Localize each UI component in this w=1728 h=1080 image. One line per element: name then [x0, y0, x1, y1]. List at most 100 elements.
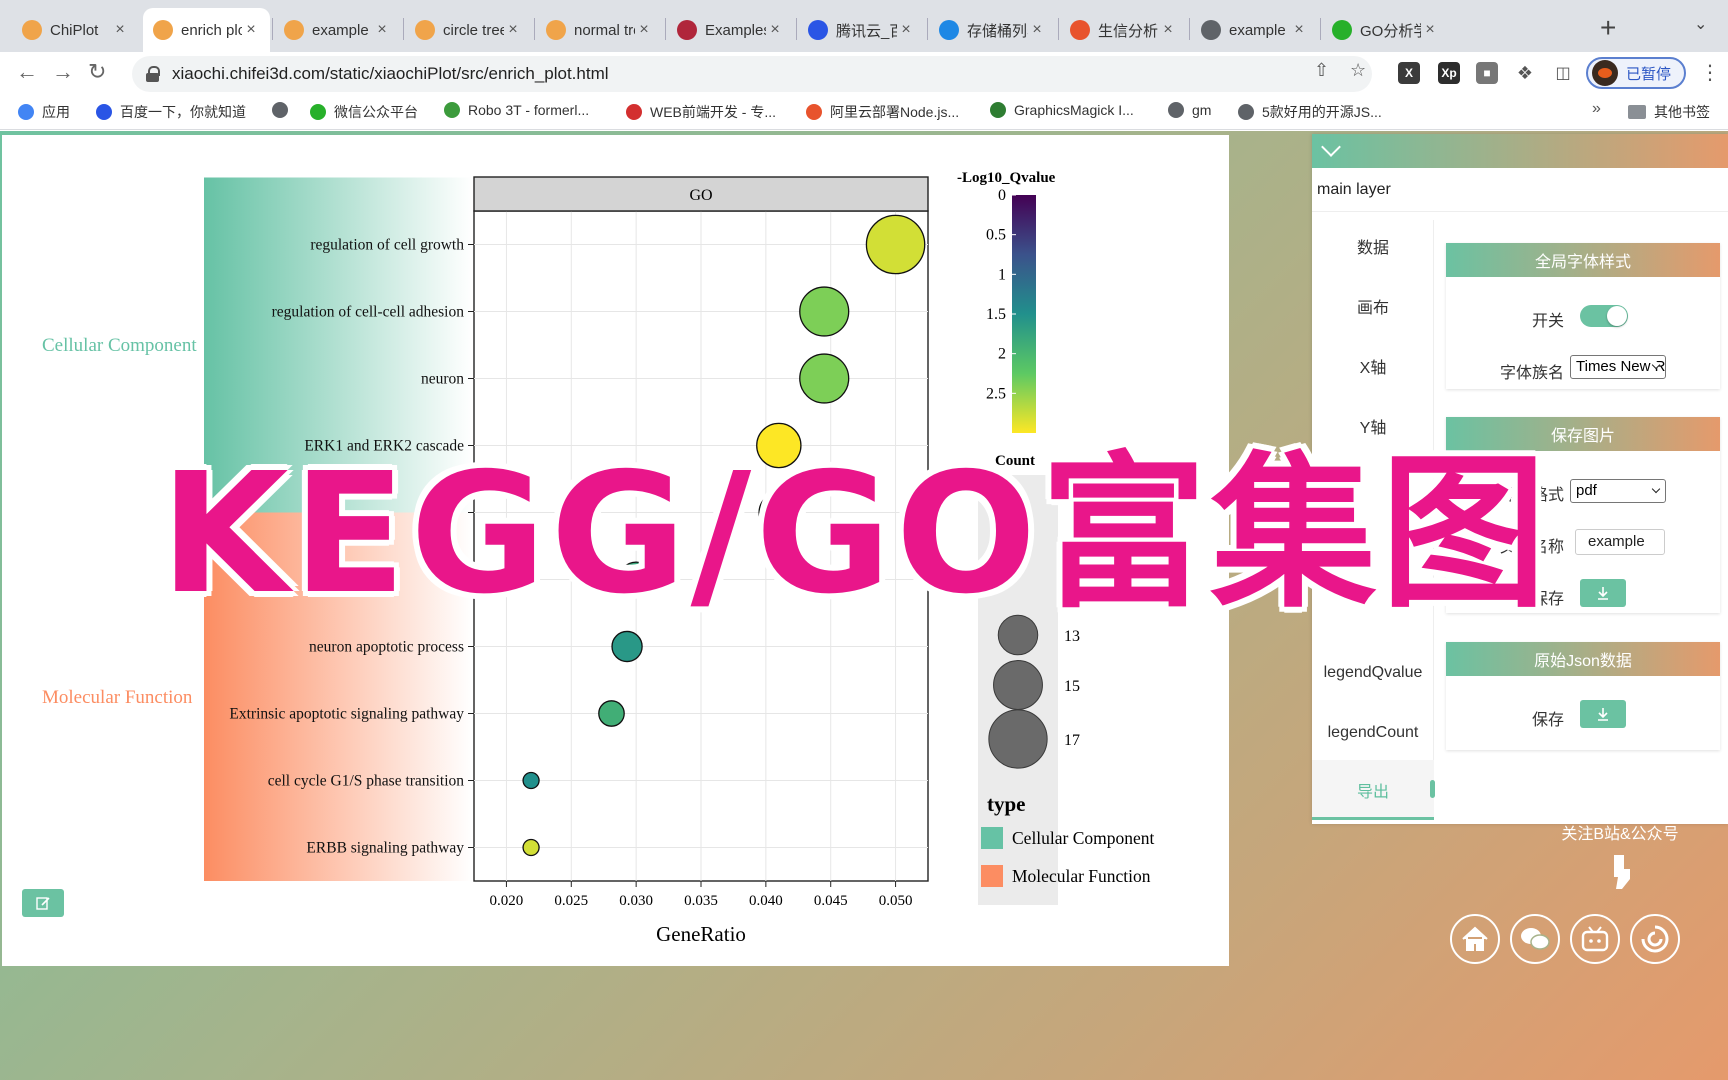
raw-json-card-title: 原始Json数据 [1446, 642, 1720, 676]
data-point [598, 700, 625, 727]
bookmark-favicon-icon [1238, 104, 1254, 120]
bookmark-item[interactable]: 百度一下，你就知道 [96, 102, 246, 122]
bookmark-label: 微信公众平台 [334, 104, 418, 120]
side-menu-item[interactable]: Y轴 [1312, 414, 1434, 438]
data-point [799, 286, 850, 337]
tab-close-icon[interactable]: × [504, 21, 522, 39]
forward-button[interactable]: → [52, 59, 74, 85]
chevron-down-icon[interactable] [1321, 137, 1341, 157]
layer-selector[interactable]: main layer [1312, 168, 1728, 212]
extensions-puzzle-icon[interactable]: ❖ [1514, 62, 1536, 84]
extension-x-icon[interactable]: X [1398, 62, 1420, 84]
bookmark-item[interactable]: GraphicsMagick I... [990, 102, 1134, 118]
profile-paused-button[interactable]: 已暂停 [1586, 57, 1686, 89]
wechat-social-button[interactable] [1510, 914, 1560, 964]
back-button[interactable]: ← [16, 59, 38, 85]
extension-xp-icon[interactable]: Xp [1438, 62, 1460, 84]
home-social-button[interactable] [1450, 914, 1500, 964]
font-style-card: 全局字体样式 开关 字体族名 Times New Roman [1446, 243, 1720, 389]
tab-close-icon[interactable]: × [1159, 21, 1177, 39]
x-tick-label: 0.025 [554, 893, 588, 909]
side-menu-export[interactable]: 导出 [1312, 760, 1435, 820]
bookmark-favicon-icon [990, 102, 1006, 118]
extension-cube-icon[interactable]: ■ [1476, 62, 1498, 84]
browser-tab[interactable]: example circle× [274, 8, 401, 52]
side-menu-item[interactable]: X轴 [1312, 354, 1434, 378]
group-label: Cellular Component [42, 335, 197, 356]
tab-close-icon[interactable]: × [1290, 21, 1308, 39]
y-tick-label: regulation of cell-cell adhesion [272, 304, 465, 321]
browser-tab[interactable]: GO分析学 × [1322, 8, 1449, 52]
browser-tab[interactable]: 存储桶列表× [929, 8, 1056, 52]
tab-favicon-icon [939, 20, 959, 40]
other-bookmarks[interactable]: 其他书签 [1628, 102, 1710, 122]
side-menu-item[interactable]: 数据 [1312, 234, 1434, 258]
y-tick-label: neuron [421, 371, 464, 388]
font-switch-toggle[interactable] [1580, 305, 1628, 327]
tab-close-icon[interactable]: × [766, 21, 784, 39]
tab-close-icon[interactable]: × [1028, 21, 1046, 39]
y-tick-label: Extrinsic apoptotic signaling pathway [229, 706, 464, 723]
tab-close-icon[interactable]: × [111, 21, 129, 39]
tab-close-icon[interactable]: × [1421, 21, 1439, 39]
save-format-select[interactable]: pdf [1570, 479, 1666, 503]
side-menu-item[interactable]: 画布 [1312, 294, 1434, 318]
tab-close-icon[interactable]: × [897, 21, 915, 39]
raw-json-save-button[interactable] [1580, 700, 1626, 728]
active-tab-marker [1430, 780, 1435, 798]
bookmark-item[interactable]: Robo 3T - formerl... [444, 102, 589, 118]
bookmark-item[interactable]: 5款好用的开源JS... [1238, 102, 1382, 122]
browser-menu-icon[interactable]: ⋮ [1700, 60, 1720, 85]
bookmark-item[interactable]: 阿里云部署Node.js... [806, 102, 959, 122]
tab-close-icon[interactable]: × [373, 21, 391, 39]
side-menu-item[interactable]: legendQvalue [1312, 664, 1434, 682]
new-tab-button[interactable]: + [1600, 14, 1616, 42]
x-tick-label: 0.050 [879, 893, 913, 909]
font-family-select[interactable]: Times New Roman [1570, 355, 1666, 379]
swirl-social-button[interactable] [1630, 914, 1680, 964]
side-menu-item[interactable]: legendCount [1312, 724, 1434, 742]
bookmark-item[interactable] [272, 102, 296, 118]
bookmark-item[interactable]: WEB前端开发 - 专... [626, 102, 776, 122]
share-icon[interactable]: ⇧ [1314, 60, 1329, 81]
tab-favicon-icon [808, 20, 828, 40]
bookmark-item[interactable]: 应用 [18, 102, 70, 122]
side-panel-icon[interactable]: ◫ [1552, 62, 1574, 84]
tab-close-icon[interactable]: × [242, 21, 260, 39]
tab-favicon-icon [284, 20, 304, 40]
browser-tab[interactable]: 腾讯云_百 × [798, 8, 925, 52]
browser-tab[interactable]: enrich plot× [143, 8, 270, 52]
browser-tab[interactable]: ChiPlot × [12, 8, 139, 52]
x-tick-label: 0.020 [490, 893, 524, 909]
bookmark-favicon-icon [18, 104, 34, 120]
save-image-button[interactable] [1580, 579, 1626, 607]
browser-tab[interactable]: normal tree× [536, 8, 663, 52]
overlay-title: KEGG/GO富集图 [160, 438, 1551, 631]
x-tick-label: 0.030 [619, 893, 653, 909]
bookmark-label: gm [1192, 102, 1212, 118]
bookmark-item[interactable]: 微信公众平台 [310, 102, 418, 122]
bookmarks-overflow-icon[interactable]: » [1592, 100, 1601, 118]
tab-close-icon[interactable]: × [635, 21, 653, 39]
tab-search-icon[interactable]: ⌄ [1694, 14, 1707, 34]
file-name-input[interactable]: example [1575, 529, 1665, 555]
tab-strip: ChiPlot×enrich plot×example circle×circl… [0, 0, 1728, 52]
edit-button[interactable] [22, 889, 64, 917]
bookmark-item[interactable]: gm [1168, 102, 1211, 118]
export-tab-label: 导出 [1356, 784, 1389, 801]
address-bar[interactable]: xiaochi.chifei3d.com/static/xiaochiPlot/… [132, 56, 1372, 92]
bilibili-social-button[interactable] [1570, 914, 1620, 964]
data-point [865, 214, 926, 275]
type-legend-swatch [981, 865, 1003, 887]
size-legend-label: 17 [1064, 732, 1080, 749]
font-style-card-title: 全局字体样式 [1446, 243, 1720, 277]
bookmark-star-icon[interactable]: ☆ [1350, 60, 1366, 81]
browser-tab[interactable]: circle tree × [405, 8, 532, 52]
browser-tab[interactable]: 生信分析中× [1060, 8, 1187, 52]
reload-button[interactable]: ↻ [88, 59, 106, 85]
tab-favicon-icon [1332, 20, 1352, 40]
browser-tab[interactable]: Examples × [667, 8, 794, 52]
browser-tab[interactable]: example (× [1191, 8, 1318, 52]
facet-title: GO [689, 187, 712, 204]
wechat-icon [1521, 928, 1550, 950]
